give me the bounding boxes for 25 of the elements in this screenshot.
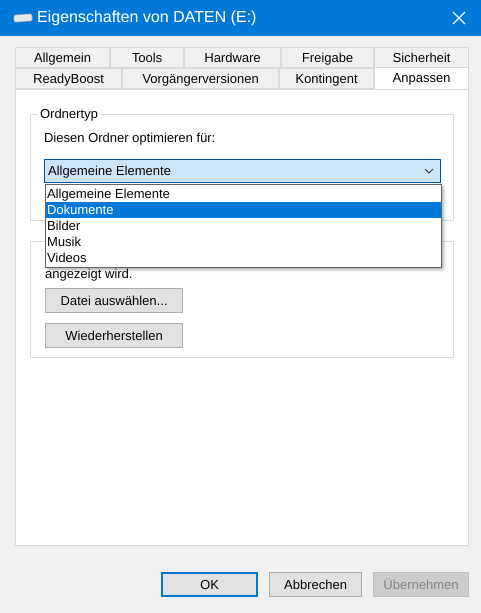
tab[interactable]: Kontingent [279,68,374,89]
window-title: Eigenschaften von DATEN (E:) [37,8,256,28]
action-button[interactable]: Wiederherstellen [45,323,183,348]
action-button[interactable]: Datei auswählen... [45,288,183,313]
tab[interactable]: Freigabe [281,47,374,68]
tab[interactable]: Hardware [184,47,281,68]
caret-icon [424,168,434,174]
tab[interactable]: ReadyBoost [15,68,122,89]
dropdown-option[interactable]: Allgemeine Elemente [46,186,441,202]
dialog-button[interactable]: OK [161,572,258,597]
tab[interactable]: Tools [110,47,184,68]
description-text: angezeigt wird. [45,266,134,282]
drive-icon [13,13,33,23]
tab[interactable]: Anpassen [374,67,469,89]
tab[interactable]: Vorgängerversionen [122,68,279,89]
group-title: Ordnertyp [38,106,100,122]
tab[interactable]: Allgemein [15,47,110,68]
dropdown-option[interactable]: Musik [46,234,441,250]
dropdown-option[interactable]: Dokumente [46,202,441,218]
field-label: Diesen Ordner optimieren für: [44,130,216,146]
dropdown-option[interactable]: Bilder [46,218,441,234]
tab[interactable]: Sicherheit [374,47,469,68]
dropdown-option[interactable]: Videos [46,250,441,266]
close-icon[interactable] [451,10,467,26]
dialog-button[interactable]: Abbrechen [269,572,362,597]
